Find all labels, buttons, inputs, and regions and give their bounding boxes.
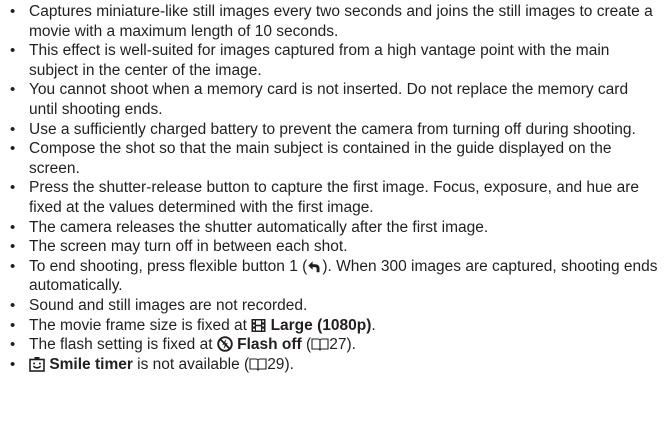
bullet-text-tail: ). (284, 355, 294, 373)
page-reference[interactable]: 27 (329, 336, 346, 353)
film-strip-icon (251, 318, 266, 333)
bullet-text: The camera releases the shutter automati… (29, 218, 489, 236)
bullet-text-bold: Large (1080p) (270, 316, 372, 334)
bullet-item: Press the shutter-release button to capt… (10, 178, 659, 217)
bullet-text: Captures miniature-like still images eve… (29, 3, 653, 40)
flash-off-icon (217, 336, 233, 352)
return-arrow-icon (307, 260, 322, 274)
bullet-text: You cannot shoot when a memory card is n… (29, 81, 629, 118)
bullet-text-pre: The flash setting is fixed at (29, 336, 217, 354)
bullet-list: Captures miniature-like still images eve… (0, 0, 667, 374)
bullet-item: You cannot shoot when a memory card is n… (10, 80, 659, 119)
bullet-text: Sound and still images are not recorded. (29, 296, 308, 314)
bullet-item: Sound and still images are not recorded. (10, 296, 659, 316)
bullet-text-pre: To end shooting, press flexible button 1… (29, 257, 308, 275)
bullet-text: This effect is well-suited for images ca… (29, 42, 610, 79)
book-reference-icon (249, 357, 267, 372)
bullet-text: Compose the shot so that the main subjec… (29, 140, 612, 177)
bullet-text-tail: ). (346, 336, 356, 354)
bullet-text-post: . (371, 316, 376, 334)
bullet-item: The flash setting is fixed at Flash off … (10, 335, 659, 355)
bullet-item: This effect is well-suited for images ca… (10, 41, 659, 80)
bullet-text: Use a sufficiently charged battery to pr… (29, 120, 636, 138)
bullet-item: The screen may turn off in between each … (10, 237, 659, 257)
bullet-item: The camera releases the shutter automati… (10, 218, 659, 238)
bullet-item: Captures miniature-like still images eve… (10, 2, 659, 41)
bullet-item: Use a sufficiently charged battery to pr… (10, 120, 659, 140)
bullet-text-bold: Smile timer (49, 355, 133, 373)
bullet-text: Press the shutter-release button to capt… (29, 179, 640, 216)
smile-timer-icon (29, 356, 45, 372)
bullet-text-bold: Flash off (237, 336, 302, 354)
bullet-item: To end shooting, press flexible button 1… (10, 257, 659, 296)
bullet-item: Compose the shot so that the main subjec… (10, 139, 659, 178)
bullet-text-post: is not available ( (132, 355, 250, 373)
bullet-text: The screen may turn off in between each … (29, 238, 348, 256)
manual-page: Captures miniature-like still images eve… (0, 0, 667, 429)
bullet-text-pre: The movie frame size is fixed at (29, 316, 252, 334)
page-reference[interactable]: 29 (267, 356, 284, 373)
bullet-item: Smile timer is not available ( 29). (10, 355, 659, 375)
book-reference-icon (311, 337, 329, 352)
bullet-text-post: ( (301, 336, 312, 354)
bullet-item: The movie frame size is fixed at Large (… (10, 316, 659, 336)
